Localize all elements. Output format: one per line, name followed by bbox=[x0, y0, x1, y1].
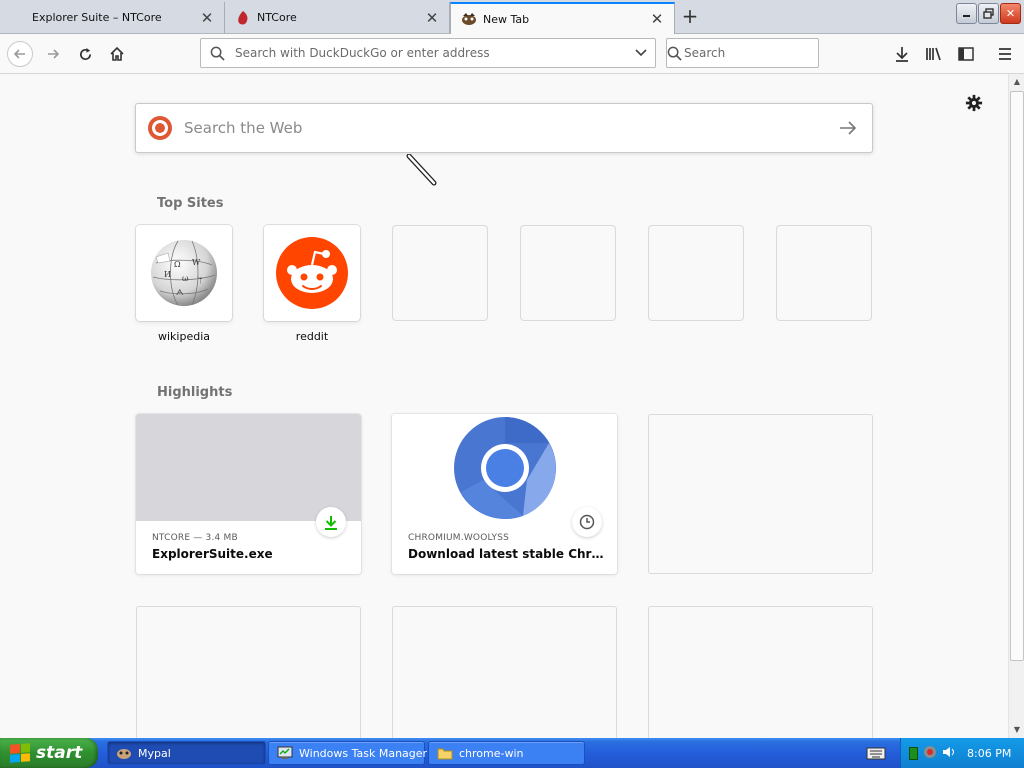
tab-title: NTCore bbox=[257, 11, 297, 24]
folder-icon bbox=[437, 745, 453, 761]
card-title: ExplorerSuite.exe bbox=[152, 547, 273, 561]
back-arrow-icon[interactable] bbox=[7, 41, 33, 67]
clock-text[interactable]: 8:06 PM bbox=[967, 747, 1011, 760]
address-input[interactable] bbox=[233, 45, 627, 61]
svg-text:ᗅ: ᗅ bbox=[176, 288, 184, 297]
highlight-empty-slot bbox=[136, 606, 361, 738]
highlight-empty-slot bbox=[648, 414, 873, 574]
start-label: start bbox=[36, 743, 83, 763]
tab-ntcore[interactable]: NTCore ✕ bbox=[225, 2, 450, 33]
windows-taskbar: start Mypal Windows Task Manager chrome-… bbox=[0, 738, 1024, 768]
card-title: Download latest stable Chromiu... bbox=[408, 547, 608, 561]
svg-text:И: И bbox=[164, 270, 171, 279]
security-shield-icon[interactable] bbox=[923, 745, 937, 762]
mypal-favicon-icon bbox=[461, 11, 477, 27]
svg-text:W: W bbox=[192, 258, 201, 267]
restore-window-button[interactable] bbox=[978, 3, 999, 24]
taskbar-item-task-manager[interactable]: Windows Task Manager bbox=[268, 741, 428, 765]
top-site-reddit[interactable] bbox=[264, 225, 360, 321]
tab-strip: Explorer Suite – NTCore ✕ NTCore ✕ New T… bbox=[0, 0, 1024, 34]
downloads-icon[interactable] bbox=[889, 41, 915, 67]
card-source: CHROMIUM.WOOLYSS bbox=[408, 533, 510, 543]
tab-title: Explorer Suite – NTCore bbox=[32, 11, 162, 24]
card-thumbnail bbox=[392, 414, 617, 521]
card-thumbnail bbox=[136, 414, 361, 521]
navigation-toolbar bbox=[0, 34, 1024, 74]
highlight-card-explorersuite[interactable]: NTCORE — 3.4 MB ExplorerSuite.exe bbox=[136, 414, 361, 574]
chevron-down-icon[interactable] bbox=[627, 49, 655, 57]
web-search-box[interactable] bbox=[135, 103, 873, 153]
top-site-empty-slot bbox=[520, 225, 616, 321]
volume-speaker-icon[interactable] bbox=[942, 745, 956, 762]
gear-icon[interactable] bbox=[965, 94, 983, 117]
close-tab-icon[interactable]: ✕ bbox=[425, 9, 439, 27]
address-bar[interactable] bbox=[200, 38, 656, 68]
top-site-empty-slot bbox=[648, 225, 744, 321]
close-tab-icon[interactable]: ✕ bbox=[200, 9, 214, 27]
forward-arrow-icon[interactable] bbox=[40, 41, 66, 67]
top-sites-heading: Top Sites bbox=[157, 196, 224, 211]
library-icon[interactable] bbox=[921, 41, 947, 67]
close-window-button[interactable]: ✕ bbox=[1000, 3, 1021, 24]
network-status-icon[interactable] bbox=[909, 746, 918, 760]
start-button[interactable]: start bbox=[0, 738, 98, 768]
scroll-up-arrow-icon[interactable]: ▲ bbox=[1009, 74, 1024, 90]
duckduckgo-logo-icon bbox=[148, 116, 172, 140]
search-input[interactable] bbox=[682, 45, 836, 61]
sidebar-toggle-icon[interactable] bbox=[953, 41, 979, 67]
highlights-heading: Highlights bbox=[157, 385, 233, 400]
chromium-logo-icon bbox=[453, 416, 556, 519]
ntcore-favicon-icon bbox=[235, 10, 251, 26]
taskbar-item-chrome-win[interactable]: chrome-win bbox=[428, 741, 585, 765]
reddit-alien-icon bbox=[276, 237, 348, 309]
card-source: NTCORE — 3.4 MB bbox=[152, 533, 238, 543]
windows-logo-icon bbox=[10, 743, 30, 763]
arrow-right-icon[interactable] bbox=[824, 121, 872, 135]
taskbar-item-label: Mypal bbox=[138, 746, 171, 760]
new-tab-plus-icon[interactable]: + bbox=[678, 5, 702, 29]
new-tab-page: Top Sites Ω W Иωᛘ ᗅ wikipedia reddit bbox=[0, 74, 1008, 738]
vertical-scrollbar[interactable]: ▲ ▼ bbox=[1008, 74, 1024, 738]
highlight-card-chromium[interactable]: CHROMIUM.WOOLYSS Download latest stable … bbox=[392, 414, 617, 574]
clock-icon bbox=[572, 507, 602, 537]
scroll-down-arrow-icon[interactable]: ▼ bbox=[1009, 722, 1024, 738]
highlight-empty-slot bbox=[392, 606, 617, 738]
taskbar-item-mypal[interactable]: Mypal bbox=[107, 741, 266, 765]
tab-title: New Tab bbox=[483, 12, 530, 26]
top-site-wikipedia[interactable]: Ω W Иωᛘ ᗅ bbox=[136, 225, 232, 321]
mypal-icon bbox=[116, 745, 132, 761]
home-icon[interactable] bbox=[104, 41, 130, 67]
search-icon bbox=[201, 46, 233, 61]
tab-new-tab[interactable]: New Tab ✕ bbox=[450, 2, 675, 34]
highlight-empty-slot bbox=[648, 606, 873, 738]
tab-explorer-suite[interactable]: Explorer Suite – NTCore ✕ bbox=[0, 2, 225, 33]
svg-text:Ω: Ω bbox=[174, 260, 181, 269]
minimize-window-button[interactable] bbox=[956, 3, 977, 24]
web-search-input[interactable] bbox=[182, 118, 824, 138]
task-manager-icon bbox=[277, 745, 293, 761]
close-tab-icon[interactable]: ✕ bbox=[650, 10, 664, 28]
taskbar-item-label: chrome-win bbox=[459, 746, 524, 760]
menu-hamburger-icon[interactable] bbox=[992, 41, 1018, 67]
wikipedia-globe-icon: Ω W И ω ᛘ ᗅ bbox=[151, 240, 217, 306]
keyboard-layout-icon[interactable] bbox=[866, 745, 886, 761]
page-icon bbox=[10, 10, 26, 26]
svg-text:ω: ω bbox=[182, 274, 189, 283]
pen-cursor-icon bbox=[406, 154, 437, 186]
top-site-empty-slot bbox=[776, 225, 872, 321]
scrollbar-thumb[interactable] bbox=[1010, 91, 1024, 661]
system-tray: 8:06 PM bbox=[900, 738, 1024, 768]
svg-text:ᛘ: ᛘ bbox=[198, 276, 203, 285]
top-site-label: reddit bbox=[295, 330, 329, 343]
reload-icon[interactable] bbox=[72, 41, 98, 67]
top-site-empty-slot bbox=[392, 225, 488, 321]
top-site-label: wikipedia bbox=[157, 330, 210, 343]
search-bar[interactable] bbox=[666, 38, 836, 68]
download-icon bbox=[316, 507, 346, 537]
search-icon bbox=[667, 46, 682, 61]
taskbar-item-label: Windows Task Manager bbox=[299, 746, 428, 760]
